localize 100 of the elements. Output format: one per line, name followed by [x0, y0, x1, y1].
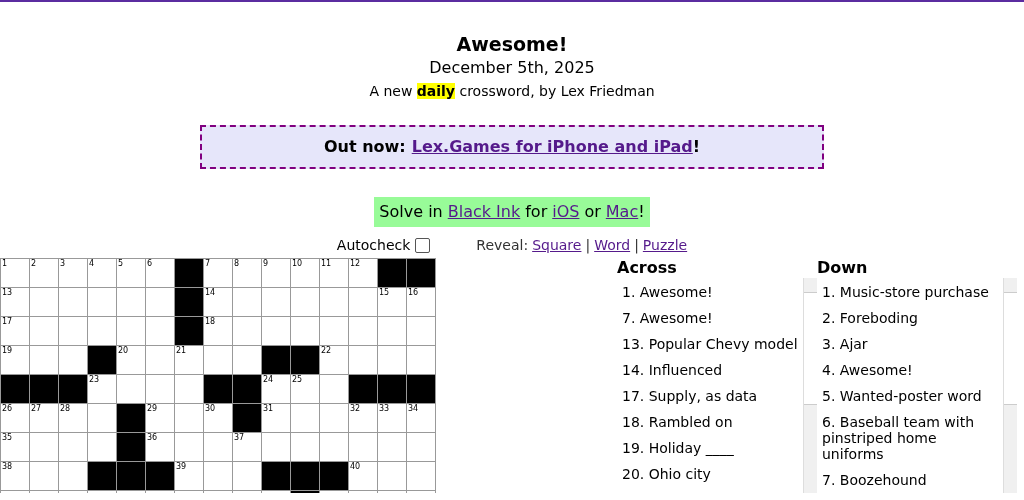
grid-square[interactable] — [262, 433, 290, 461]
grid-square[interactable] — [88, 288, 116, 316]
grid-square[interactable] — [349, 433, 377, 461]
store-link[interactable]: Lex.Games for iPhone and iPad — [411, 135, 693, 159]
grid-square[interactable]: 40 — [349, 462, 377, 490]
grid-square[interactable]: 28 — [59, 404, 87, 432]
clue-item[interactable]: 7. Awesome! — [617, 305, 803, 331]
grid-square[interactable] — [320, 433, 348, 461]
grid-square[interactable]: 22 — [320, 346, 348, 374]
grid-square[interactable] — [233, 346, 261, 374]
grid-square[interactable]: 10 — [291, 259, 319, 287]
grid-square[interactable]: 12 — [349, 259, 377, 287]
grid-square[interactable]: 38 — [1, 462, 29, 490]
grid-square[interactable] — [175, 433, 203, 461]
grid-square[interactable] — [30, 433, 58, 461]
grid-square[interactable] — [30, 346, 58, 374]
grid-square[interactable]: 27 — [30, 404, 58, 432]
grid-square[interactable]: 19 — [1, 346, 29, 374]
grid-square[interactable]: 16 — [407, 288, 435, 316]
grid-square[interactable]: 29 — [146, 404, 174, 432]
grid-square[interactable]: 25 — [291, 375, 319, 403]
clue-item[interactable]: 14. Influenced — [617, 357, 803, 383]
grid-square[interactable] — [204, 433, 232, 461]
grid-square[interactable] — [262, 288, 290, 316]
grid-square[interactable]: 13 — [1, 288, 29, 316]
grid-square[interactable]: 30 — [204, 404, 232, 432]
grid-square[interactable]: 17 — [1, 317, 29, 345]
grid-square[interactable]: 1 — [1, 259, 29, 287]
grid-square[interactable] — [30, 288, 58, 316]
grid-square[interactable] — [59, 433, 87, 461]
grid-square[interactable]: 9 — [262, 259, 290, 287]
clue-item[interactable]: 1. Awesome! — [617, 279, 803, 305]
grid-square[interactable]: 26 — [1, 404, 29, 432]
clue-item[interactable]: 18. Rambled on — [617, 409, 803, 435]
grid-square[interactable]: 21 — [175, 346, 203, 374]
grid-square[interactable] — [146, 375, 174, 403]
grid-square[interactable] — [320, 288, 348, 316]
grid-square[interactable]: 6 — [146, 259, 174, 287]
grid-square[interactable]: 32 — [349, 404, 377, 432]
clue-item[interactable]: 19. Holiday ____ — [617, 435, 803, 461]
grid-square[interactable]: 4 — [88, 259, 116, 287]
clue-item[interactable]: 17. Supply, as data — [617, 383, 803, 409]
grid-square[interactable] — [407, 433, 435, 461]
grid-square[interactable] — [30, 317, 58, 345]
grid-square[interactable]: 34 — [407, 404, 435, 432]
grid-square[interactable] — [59, 288, 87, 316]
scrollbar[interactable] — [1003, 278, 1017, 493]
app-link[interactable]: Mac — [605, 200, 639, 224]
grid-square[interactable] — [378, 317, 406, 345]
grid-square[interactable]: 3 — [59, 259, 87, 287]
grid-square[interactable] — [233, 317, 261, 345]
grid-square[interactable] — [320, 375, 348, 403]
clue-item[interactable]: 2. Foreboding — [817, 305, 1003, 331]
grid-square[interactable] — [407, 346, 435, 374]
clue-item[interactable]: 1. Music-store purchase — [817, 279, 1003, 305]
grid-square[interactable]: 8 — [233, 259, 261, 287]
clue-item[interactable]: 3. Ajar — [817, 331, 1003, 357]
clue-item[interactable]: 6. Baseball team with pinstriped home uniforms — [817, 409, 1003, 467]
grid-square[interactable] — [407, 462, 435, 490]
clue-item[interactable]: 5. Wanted-poster word — [817, 383, 1003, 409]
grid-square[interactable] — [59, 317, 87, 345]
grid-square[interactable] — [320, 404, 348, 432]
app-link[interactable]: Black Ink — [447, 200, 521, 224]
grid-square[interactable] — [117, 288, 145, 316]
grid-square[interactable] — [30, 462, 58, 490]
grid-square[interactable]: 18 — [204, 317, 232, 345]
reveal-link[interactable]: Puzzle — [642, 234, 688, 256]
grid-square[interactable] — [291, 404, 319, 432]
autocheck-checkbox[interactable] — [415, 237, 431, 253]
grid-square[interactable] — [59, 346, 87, 374]
grid-square[interactable] — [146, 317, 174, 345]
grid-square[interactable]: 5 — [117, 259, 145, 287]
grid-square[interactable] — [146, 288, 174, 316]
grid-square[interactable] — [349, 317, 377, 345]
clue-item[interactable]: 7. Boozehound — [817, 467, 1003, 493]
grid-square[interactable]: 15 — [378, 288, 406, 316]
grid-square[interactable] — [117, 317, 145, 345]
grid-square[interactable]: 7 — [204, 259, 232, 287]
grid-square[interactable]: 23 — [88, 375, 116, 403]
grid-square[interactable]: 35 — [1, 433, 29, 461]
grid-square[interactable] — [291, 288, 319, 316]
grid-square[interactable]: 24 — [262, 375, 290, 403]
grid-square[interactable]: 31 — [262, 404, 290, 432]
grid-square[interactable] — [349, 346, 377, 374]
grid-square[interactable]: 2 — [30, 259, 58, 287]
grid-square[interactable]: 36 — [146, 433, 174, 461]
scrollbar[interactable] — [803, 278, 817, 493]
app-link[interactable]: iOS — [552, 200, 580, 224]
grid-square[interactable] — [204, 346, 232, 374]
grid-square[interactable] — [378, 346, 406, 374]
grid-square[interactable] — [233, 288, 261, 316]
grid-square[interactable] — [88, 404, 116, 432]
grid-square[interactable] — [407, 317, 435, 345]
grid-square[interactable] — [117, 375, 145, 403]
grid-square[interactable] — [262, 317, 290, 345]
grid-square[interactable] — [291, 317, 319, 345]
grid-square[interactable] — [349, 288, 377, 316]
grid-square[interactable]: 14 — [204, 288, 232, 316]
grid-square[interactable] — [291, 433, 319, 461]
grid-square[interactable]: 37 — [233, 433, 261, 461]
